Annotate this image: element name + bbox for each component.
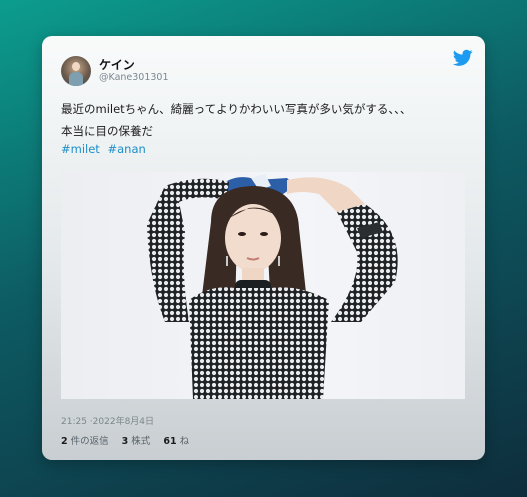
likes-count: 61 (163, 436, 177, 447)
twitter-bird-icon[interactable] (453, 49, 473, 67)
tweet-card: ケイン @Kane301301 最近のmiletちゃん、綺麗ってよりかわいい写真… (42, 36, 485, 460)
avatar-head (72, 62, 80, 71)
retweets-count: 3 (121, 436, 129, 447)
tweet-photo[interactable] (61, 172, 465, 399)
avatar-body (69, 72, 83, 86)
display-name[interactable]: ケイン (99, 56, 135, 73)
user-handle[interactable]: @Kane301301 (99, 72, 169, 83)
hashtags: #milet #anan (61, 142, 150, 156)
likes-label: ね (179, 436, 190, 447)
likes-stat[interactable]: 61 ね (163, 436, 189, 447)
replies-label: 件の返信 (70, 436, 109, 447)
hashtag-milet[interactable]: #milet (61, 142, 100, 156)
replies-count: 2 (61, 436, 68, 447)
retweets-stat[interactable]: 3 株式 (122, 436, 151, 447)
hashtag-anan[interactable]: #anan (107, 142, 145, 156)
tweet-timestamp[interactable]: 21:25 ·2022年8月4日 (61, 414, 154, 427)
replies-stat[interactable]: 2 件の返信 (61, 436, 109, 447)
photo-illustration (147, 174, 398, 399)
avatar[interactable] (61, 56, 91, 86)
tweet-stats: 2 件の返信 3 株式 61 ね (61, 433, 199, 447)
tweet-text: 最近のmiletちゃん、綺麗ってよりかわいい写真が多い気がする、、、 本当に目の… (61, 102, 412, 138)
retweets-label: 株式 (131, 436, 151, 447)
